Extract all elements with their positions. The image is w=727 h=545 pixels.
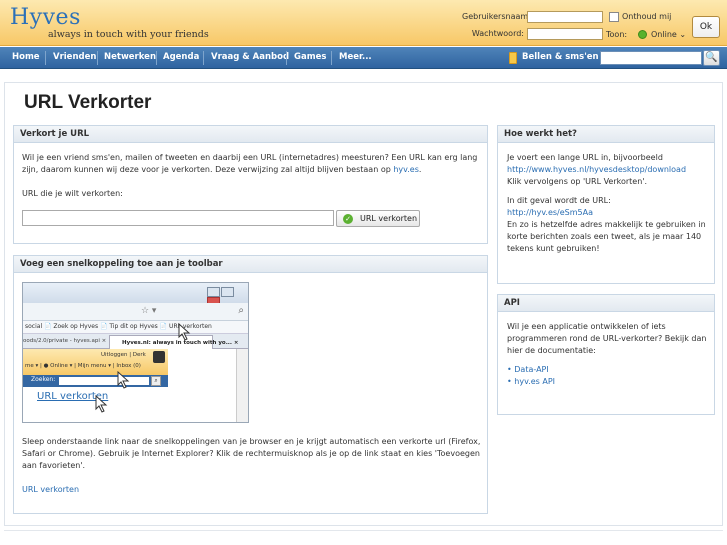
nav-item-home[interactable]: Home [12, 47, 40, 69]
shorten-intro-line-1: Wil je een vriend sms'en, mailen of twee… [22, 153, 478, 162]
shorten-url-heading: Verkort je URL [14, 126, 487, 143]
shorten-intro-line-2: zijn, daarom kunnen wij deze voor je ver… [22, 165, 391, 174]
nav-divider [97, 51, 98, 65]
avatar [153, 351, 165, 363]
illustration-menu-line: me ▾ | ● Online ▾ | Mijn menu ▾ | Inbox … [25, 363, 141, 369]
search-icon: ⌕ [238, 305, 244, 316]
how-line-5: korte berichten zoals een tweet, als je … [507, 232, 702, 241]
logo-text: Hyves [10, 5, 81, 30]
how-line-6: tekens kunt gebruiken! [507, 244, 600, 253]
illustration-tab-inactive: oods/2.0/private - hyves.api × [23, 338, 107, 344]
username-input[interactable] [527, 11, 603, 23]
how-it-works-heading: Hoe werkt het? [498, 126, 714, 143]
illustration-search-strip: Zoeken: ⌕ [23, 375, 168, 387]
nav-divider [286, 51, 287, 65]
how-line-2: Klik vervolgens op 'URL Verkorten'. [507, 177, 648, 186]
nav-item-vrienden[interactable]: Vrienden [53, 47, 96, 69]
password-input[interactable] [527, 28, 603, 40]
hyves-logo[interactable]: Hyves always in touch with your friends [8, 3, 209, 43]
status-label: Toon: [606, 30, 628, 39]
hyves-api-link[interactable]: • hyv.es API [507, 377, 555, 386]
illustration-search-label: Zoeken: [31, 376, 56, 383]
example-short-url[interactable]: http://hyv.es/eSm5Aa [507, 208, 593, 217]
nav-divider [331, 51, 332, 65]
checkmark-icon: ✓ [343, 214, 353, 224]
search-icon: ⌕ [151, 376, 161, 386]
shorten-url-button[interactable]: ✓ URL verkorten [336, 210, 420, 227]
nav-divider [203, 51, 204, 65]
nav-item-meer[interactable]: Meer... [339, 47, 372, 69]
shorten-url-button-label: URL verkorten [360, 214, 418, 223]
toolbar-desc-line-1: Sleep onderstaande link naar de snelkopp… [22, 437, 481, 446]
illustration-tab-active: Hyves.nl: always in touch with yo... × [109, 335, 239, 349]
shorten-intro: Wil je een vriend sms'en, mailen of twee… [22, 152, 484, 176]
nav-divider [156, 51, 157, 65]
hyves-short-domain-link[interactable]: hyv.es [393, 165, 419, 174]
how-line-1: Je voert een lange URL in, bijvoorbeeld [507, 153, 663, 162]
nav-item-netwerken[interactable]: Netwerken [104, 47, 156, 69]
illustration-hyves-header: Uitloggen | Derk me ▾ | ● Online ▾ | Mij… [23, 349, 168, 375]
phone-icon [509, 52, 517, 64]
window-buttons [206, 287, 246, 307]
search-icon[interactable]: 🔍 [703, 50, 720, 66]
main-nav: Home Vrienden Netwerken Agenda Vraag & A… [0, 47, 727, 69]
remember-label: Onthoud mij [622, 12, 672, 21]
username-label: Gebruikersnaam: [462, 12, 531, 21]
how-line-3: In dit geval wordt de URL: [507, 196, 611, 205]
maximize-icon [221, 287, 234, 297]
illustration-titlebar [23, 283, 248, 307]
nav-item-agenda[interactable]: Agenda [163, 47, 199, 69]
api-text: Wil je een applicatie ontwikkelen of iet… [507, 321, 712, 388]
illustration-bookmarks-bar: social 📄 Zoek op Hyves 📄 Tip dit op Hyve… [23, 321, 248, 334]
browser-toolbar-illustration: ☆ ▾ ⌕ social 📄 Zoek op Hyves 📄 Tip dit o… [22, 282, 249, 423]
nav-item-games[interactable]: Games [294, 47, 326, 69]
data-api-link[interactable]: • Data-API [507, 365, 549, 374]
example-long-url[interactable]: http://www.hyves.nl/hyvesdesktop/downloa… [507, 165, 686, 174]
url-verkorten-bookmarklet-link[interactable]: URL verkorten [22, 484, 79, 496]
shorten-intro-end: . [418, 165, 422, 174]
cursor-icon [95, 395, 108, 413]
how-it-works-text: Je voert een lange URL in, bijvoorbeeld … [507, 152, 712, 255]
toolbar-desc-line-2: Safari or Chrome). Gebruik je Internet E… [22, 449, 480, 458]
star-icon: ☆ ▾ [141, 306, 157, 316]
toolbar-shortcut-heading: Voeg een snelkoppeling toe aan je toolba… [14, 256, 487, 273]
footer-divider [4, 530, 723, 531]
url-field-label: URL die je wilt verkorten: [22, 189, 123, 198]
api-line-3: hier de documentatie: [507, 346, 596, 355]
nav-divider [45, 51, 46, 65]
toolbar-description: Sleep onderstaande link naar de snelkopp… [22, 436, 484, 472]
online-status-icon [638, 30, 647, 39]
url-input[interactable] [22, 210, 334, 226]
cursor-icon [117, 371, 130, 389]
api-line-2: programmeren rond de URL-verkorter? Beki… [507, 334, 707, 343]
illustration-scrollbar [236, 349, 248, 422]
password-label: Wachtwoord: [471, 29, 524, 38]
login-ok-button[interactable]: Ok [692, 16, 720, 38]
api-heading: API [498, 295, 714, 312]
illustration-logout-line: Uitloggen | Derk [101, 352, 146, 358]
api-line-1: Wil je een applicatie ontwikkelen of iet… [507, 322, 666, 331]
illustration-search-field [59, 377, 149, 385]
remember-checkbox[interactable] [609, 12, 619, 22]
nav-item-vraag-aanbod[interactable]: Vraag & Aanbod [211, 47, 289, 69]
status-dropdown[interactable]: Online ⌄ [651, 30, 686, 39]
top-header: Hyves always in touch with your friends … [0, 0, 727, 46]
cursor-icon [178, 323, 191, 341]
nav-search-input[interactable] [600, 51, 702, 65]
illustration-tab-strip: oods/2.0/private - hyves.api × Hyves.nl:… [23, 334, 248, 349]
minimize-icon [207, 287, 220, 297]
page-title: URL Verkorter [24, 92, 152, 113]
illustration-address-bar: ☆ ▾ ⌕ [23, 303, 248, 321]
how-line-4: En zo is hetzelfde adres makkelijk te ge… [507, 220, 706, 229]
nav-item-bellen-sms[interactable]: Bellen & sms'en [522, 47, 599, 69]
toolbar-desc-line-3: aan favorieten'. [22, 461, 86, 470]
logo-tagline: always in touch with your friends [48, 29, 209, 40]
